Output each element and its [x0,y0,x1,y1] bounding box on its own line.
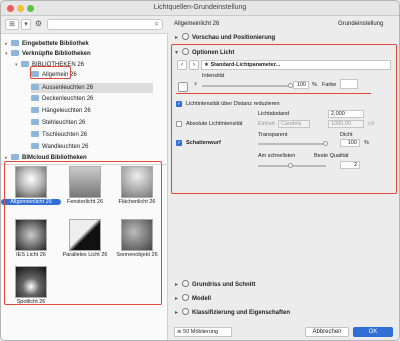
transparent-label: Transparent [258,132,288,138]
density-input[interactable]: 100 [340,139,360,147]
annotation-underline [176,90,371,94]
layers-icon: ≋ [177,329,182,335]
chevron-down-icon[interactable]: ▾ [21,19,31,30]
quality-slider-knob[interactable] [288,163,293,168]
ok-button[interactable]: OK [353,327,393,337]
unit-label: Einheit [258,121,275,127]
intensity-slider[interactable] [202,85,290,87]
folder-icon [31,107,39,113]
color-label: Farbe [322,82,337,88]
view-options-icon[interactable]: ⊞ [5,19,19,30]
tree-item[interactable]: Tischleuchten 26 [25,130,87,140]
library-pane: ⊞ ▾ ⚙ ⌕ ▸ Eingebettete Bibliothek ▾ Verknü… [1,16,168,340]
object-name: Allgemeinlicht 26 [174,21,220,27]
quality-input[interactable]: 2 [340,161,360,169]
library-toolbar: ⊞ ▾ ⚙ ⌕ [1,16,168,34]
annotation-highlight [30,66,71,79]
density-label: Dicht [340,132,353,138]
floorplan-icon [182,280,189,287]
tree-item[interactable]: Aussenleuchten 26 [25,83,93,93]
density-slider[interactable] [258,143,326,145]
tree-linked-libraries[interactable]: ▾ Verknüpfte Bibliotheken [5,49,91,59]
folder-icon [31,143,39,149]
star-icon: ★ [204,62,209,68]
annotation-highlight [4,161,162,305]
tree-item[interactable]: Deckenleuchten 26 [25,94,93,104]
fast-label: Am schnellsten [258,153,296,159]
cancel-button[interactable]: Abbrechen [305,327,349,337]
shadow-checkbox[interactable]: ✓ [176,140,182,146]
quality-label: Beste Qualität [314,153,349,159]
folder-icon [31,84,39,90]
reduce-distance-checkbox[interactable]: ✓ [176,101,182,107]
percent-label: % [364,140,369,146]
section-preview[interactable]: ▸ Vorschau und Positionierung [175,33,393,43]
density-slider-knob[interactable] [323,141,328,146]
preview-icon [182,33,189,40]
distance-input[interactable]: 2,000 [328,110,364,118]
cd-label: cd [368,121,374,127]
library-icon [11,40,19,46]
bulb-icon [182,48,189,55]
absolute-intensity-input[interactable]: 1000,00 [328,120,364,128]
shadow-label: Schattenwurf [186,140,221,146]
default-label: Grundeinstellung [338,21,384,27]
layer-select[interactable]: ≋ 50 Möblierung [174,327,232,337]
search-input[interactable]: ⌕ [47,19,163,30]
previous-preset-button[interactable]: ‹ [177,60,187,70]
color-swatch[interactable] [340,79,358,89]
classification-icon [182,308,189,315]
distance-label: Lichtabstand [258,111,290,117]
intensity-input[interactable]: 100 [293,81,309,89]
intensity-label: Intensität [202,73,225,79]
model-icon [182,294,189,301]
gear-icon[interactable]: ⚙ [33,19,44,30]
unit-select[interactable]: Candela [278,120,310,128]
window-title: Lichtquellen-Grundeinstellung [153,4,247,11]
title-bar: Lichtquellen-Grundeinstellung [1,1,399,16]
preset-select[interactable]: ★ Standard-Lichtparameter... [201,60,391,70]
reduce-distance-label: Lichtintensität über Distanz reduzieren [186,101,280,107]
section-floorplan[interactable]: ▸ Grundriss und Schnitt [175,280,393,290]
bulb-icon: ♀ [193,81,199,88]
section-light-options[interactable]: ▾ Optionen Licht [175,48,393,58]
section-classification[interactable]: ▸ Klassifizierung und Eigenschaften [175,308,393,318]
next-preset-button[interactable]: › [189,60,199,70]
library-icon [11,50,19,56]
folder-icon [31,131,39,137]
search-icon: ⌕ [154,19,159,28]
folder-icon [21,61,29,67]
tree-item[interactable]: Wandleuchten 26 [25,142,88,152]
absolute-intensity-label: Absolute Lichtintensität [186,121,243,127]
dialog-window: Lichtquellen-Grundeinstellung ⊞ ▾ ⚙ ⌕ ▸ E… [0,0,400,341]
folder-icon [31,95,39,101]
settings-pane: Allgemeinlicht 26 Grundeinstellung ▸ Vors… [168,16,399,340]
tree-embedded-library[interactable]: ▸ Eingebettete Bibliothek [5,39,89,49]
tree-item[interactable]: Hängeleuchten 26 [25,106,91,116]
cloud-icon [11,154,19,160]
section-model[interactable]: ▸ Modell [175,294,393,304]
percent-label: % [312,82,317,88]
tree-item[interactable]: Stehleuchten 26 [25,118,85,128]
absolute-intensity-checkbox[interactable] [176,121,182,127]
folder-icon [31,119,39,125]
